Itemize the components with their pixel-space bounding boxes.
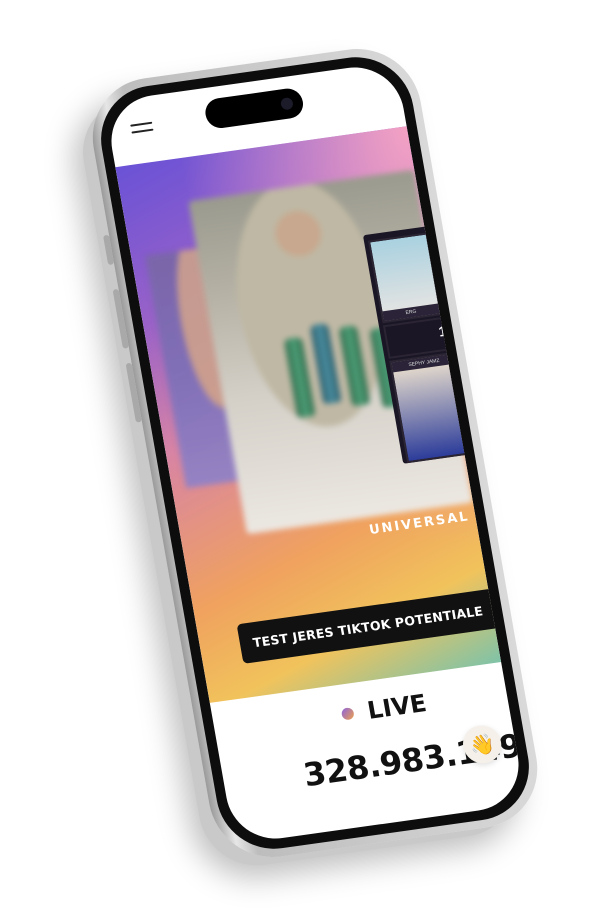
screenshot-stage: ERG LAKEHEY B.. 1 SEPHY JAMZ UNIVERSAL T… bbox=[0, 0, 600, 912]
phone-mockup: ERG LAKEHEY B.. 1 SEPHY JAMZ UNIVERSAL T… bbox=[82, 41, 548, 865]
hero-section: ERG LAKEHEY B.. 1 SEPHY JAMZ UNIVERSAL T… bbox=[115, 126, 527, 703]
dynamic-island bbox=[203, 86, 306, 130]
live-label: LIVE bbox=[365, 688, 429, 725]
artist-label bbox=[458, 345, 515, 363]
live-indicator: LIVE bbox=[339, 688, 429, 728]
hamburger-menu-icon[interactable] bbox=[130, 121, 154, 135]
live-dot-icon bbox=[340, 707, 355, 721]
tiktok-potential-button[interactable]: TEST JERES TIKTOK POTENTIALE bbox=[236, 588, 500, 664]
phone-screen: ERG LAKEHEY B.. 1 SEPHY JAMZ UNIVERSAL T… bbox=[103, 61, 527, 845]
